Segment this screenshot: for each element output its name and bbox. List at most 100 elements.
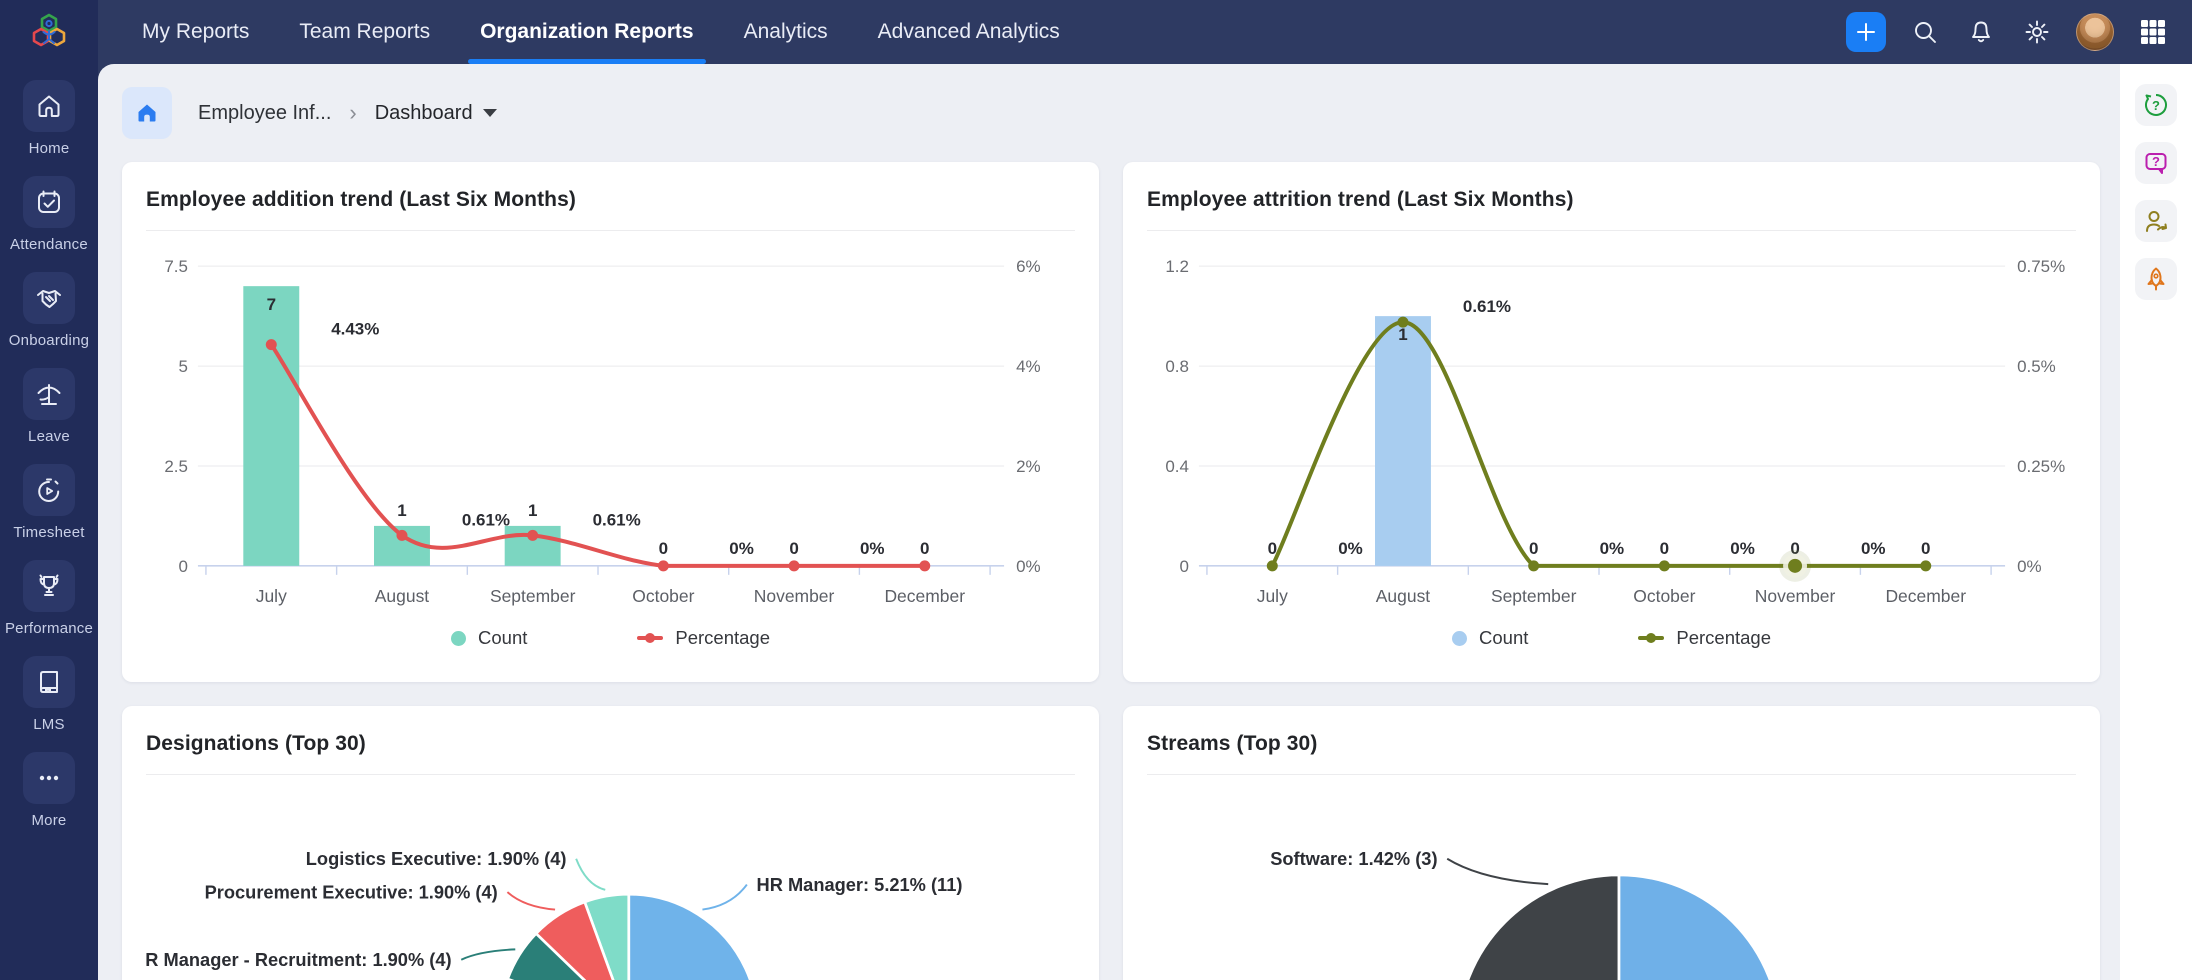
svg-text:October: October: [632, 586, 694, 606]
app-logo[interactable]: [0, 0, 98, 64]
sidebar-item-more[interactable]: More: [23, 752, 75, 829]
notifications-button[interactable]: [1964, 15, 1998, 49]
chevron-down-icon: [483, 109, 497, 117]
settings-button[interactable]: [2020, 15, 2054, 49]
svg-text:1: 1: [528, 501, 537, 520]
svg-text:September: September: [490, 586, 576, 606]
apps-grid-icon: [2138, 17, 2168, 47]
dashboard-grid: Employee addition trend (Last Six Months…: [122, 162, 2100, 980]
sidebar-item-label: LMS: [33, 716, 64, 733]
breadcrumb: Employee Inf... › Dashboard: [122, 64, 2100, 162]
apps-launcher-button[interactable]: [2136, 15, 2170, 49]
svg-text:0: 0: [1921, 539, 1930, 558]
sidebar-item-home[interactable]: Home: [23, 80, 75, 157]
svg-text:0%: 0%: [1861, 539, 1886, 558]
svg-text:Software: 1.42% (3): Software: 1.42% (3): [1270, 848, 1437, 869]
addition-trend-chart[interactable]: 7.56%54%2.52%00%7110004.43%0.61%0.61%0%0…: [146, 245, 1075, 617]
svg-text:0%: 0%: [1016, 557, 1041, 576]
svg-text:2.5: 2.5: [164, 457, 188, 476]
legend-label: Count: [478, 627, 527, 649]
svg-text:0%: 0%: [860, 539, 885, 558]
svg-text:0%: 0%: [2017, 557, 2042, 576]
referral-button[interactable]: [2135, 200, 2177, 242]
svg-text:0: 0: [1180, 557, 1189, 576]
sidebar-item-performance[interactable]: Performance: [5, 560, 93, 637]
breadcrumb-module[interactable]: Employee Inf...: [198, 102, 331, 125]
svg-text:September: September: [1491, 586, 1577, 606]
sidebar-item-timesheet[interactable]: Timesheet: [13, 464, 84, 541]
sidebar-item-label: More: [31, 812, 66, 829]
svg-text:0: 0: [179, 557, 188, 576]
sidebar-item-label: Leave: [28, 428, 70, 445]
help-chat-button[interactable]: ?: [2135, 84, 2177, 126]
svg-text:7: 7: [267, 295, 276, 314]
add-button[interactable]: [1846, 12, 1886, 52]
breadcrumb-separator-icon: ›: [349, 100, 356, 126]
tab-organization-reports[interactable]: Organization Reports: [476, 0, 698, 64]
streams-pie-chart[interactable]: Software: 1.42% (3): [1147, 775, 2076, 980]
user-avatar[interactable]: [2076, 13, 2114, 51]
gear-icon: [2023, 18, 2051, 46]
legend-item-count[interactable]: Count: [451, 627, 527, 649]
legend-item-count[interactable]: Count: [1452, 627, 1528, 649]
svg-text:December: December: [884, 586, 965, 606]
report-tabs: My Reports Team Reports Organization Rep…: [138, 0, 1106, 64]
card-employee-addition-trend: Employee addition trend (Last Six Months…: [122, 162, 1099, 682]
faq-button[interactable]: ?: [2135, 142, 2177, 184]
svg-text:2%: 2%: [1016, 457, 1041, 476]
faq-icon: ?: [2142, 149, 2170, 177]
svg-text:December: December: [1885, 586, 1966, 606]
svg-text:?: ?: [2152, 154, 2160, 169]
tab-my-reports[interactable]: My Reports: [138, 0, 253, 64]
svg-text:1.2: 1.2: [1165, 257, 1189, 276]
sidebar-item-label: Onboarding: [9, 332, 89, 349]
performance-icon: [34, 571, 64, 601]
legend-item-percentage[interactable]: Percentage: [1638, 627, 1771, 649]
breadcrumb-page-selector[interactable]: Dashboard: [375, 102, 497, 125]
home-icon: [34, 91, 64, 121]
content-row: Employee Inf... › Dashboard Employee add…: [98, 64, 2192, 980]
chart-legend: Count Percentage: [146, 627, 1075, 649]
designations-pie-chart[interactable]: Logistics Executive: 1.90% (4)Procuremen…: [146, 775, 1075, 980]
onboarding-icon: [34, 283, 64, 313]
referral-icon: [2142, 207, 2170, 235]
svg-text:July: July: [1257, 586, 1288, 606]
tab-advanced-analytics[interactable]: Advanced Analytics: [874, 0, 1064, 64]
legend-dot-swatch: [1452, 631, 1467, 646]
sidebar-item-lms[interactable]: LMS: [23, 656, 75, 733]
svg-text:October: October: [1633, 586, 1695, 606]
attendance-icon: [34, 187, 64, 217]
svg-text:?: ?: [2152, 98, 2160, 113]
attrition-trend-chart[interactable]: 1.20.75%0.80.5%0.40.25%00%0100000%0.61%0…: [1147, 245, 2076, 617]
chart-title: Employee attrition trend (Last Six Month…: [1147, 188, 2076, 212]
svg-text:August: August: [375, 586, 430, 606]
svg-text:0: 0: [789, 539, 798, 558]
card-employee-attrition-trend: Employee attrition trend (Last Six Month…: [1123, 162, 2100, 682]
breadcrumb-home-button[interactable]: [122, 87, 172, 139]
left-sidebar: Home Attendance Onboarding Leave Timeshe…: [0, 0, 98, 980]
svg-text:0.8: 0.8: [1165, 357, 1189, 376]
tab-analytics[interactable]: Analytics: [740, 0, 832, 64]
svg-text:0.4: 0.4: [1165, 457, 1189, 476]
sidebar-item-label: Home: [29, 140, 70, 157]
svg-text:6%: 6%: [1016, 257, 1041, 276]
search-icon: [1911, 18, 1939, 46]
sidebar-item-leave[interactable]: Leave: [23, 368, 75, 445]
sidebar-item-onboarding[interactable]: Onboarding: [9, 272, 89, 349]
bell-icon: [1967, 18, 1995, 46]
main-column: My Reports Team Reports Organization Rep…: [98, 0, 2192, 980]
chart-title: Designations (Top 30): [146, 732, 1075, 756]
legend-item-percentage[interactable]: Percentage: [637, 627, 770, 649]
whats-new-button[interactable]: [2135, 258, 2177, 300]
tab-team-reports[interactable]: Team Reports: [295, 0, 434, 64]
timesheet-icon: [34, 475, 64, 505]
sidebar-item-attendance[interactable]: Attendance: [10, 176, 88, 253]
svg-text:Procurement Executive: 1.90% (: Procurement Executive: 1.90% (4): [205, 881, 498, 902]
search-button[interactable]: [1908, 15, 1942, 49]
legend-label: Percentage: [675, 627, 770, 649]
svg-text:0%: 0%: [1338, 539, 1363, 558]
svg-text:November: November: [754, 586, 835, 606]
chart-title: Employee addition trend (Last Six Months…: [146, 188, 1075, 212]
svg-text:0.5%: 0.5%: [2017, 357, 2056, 376]
top-navigation: My Reports Team Reports Organization Rep…: [98, 0, 2192, 64]
